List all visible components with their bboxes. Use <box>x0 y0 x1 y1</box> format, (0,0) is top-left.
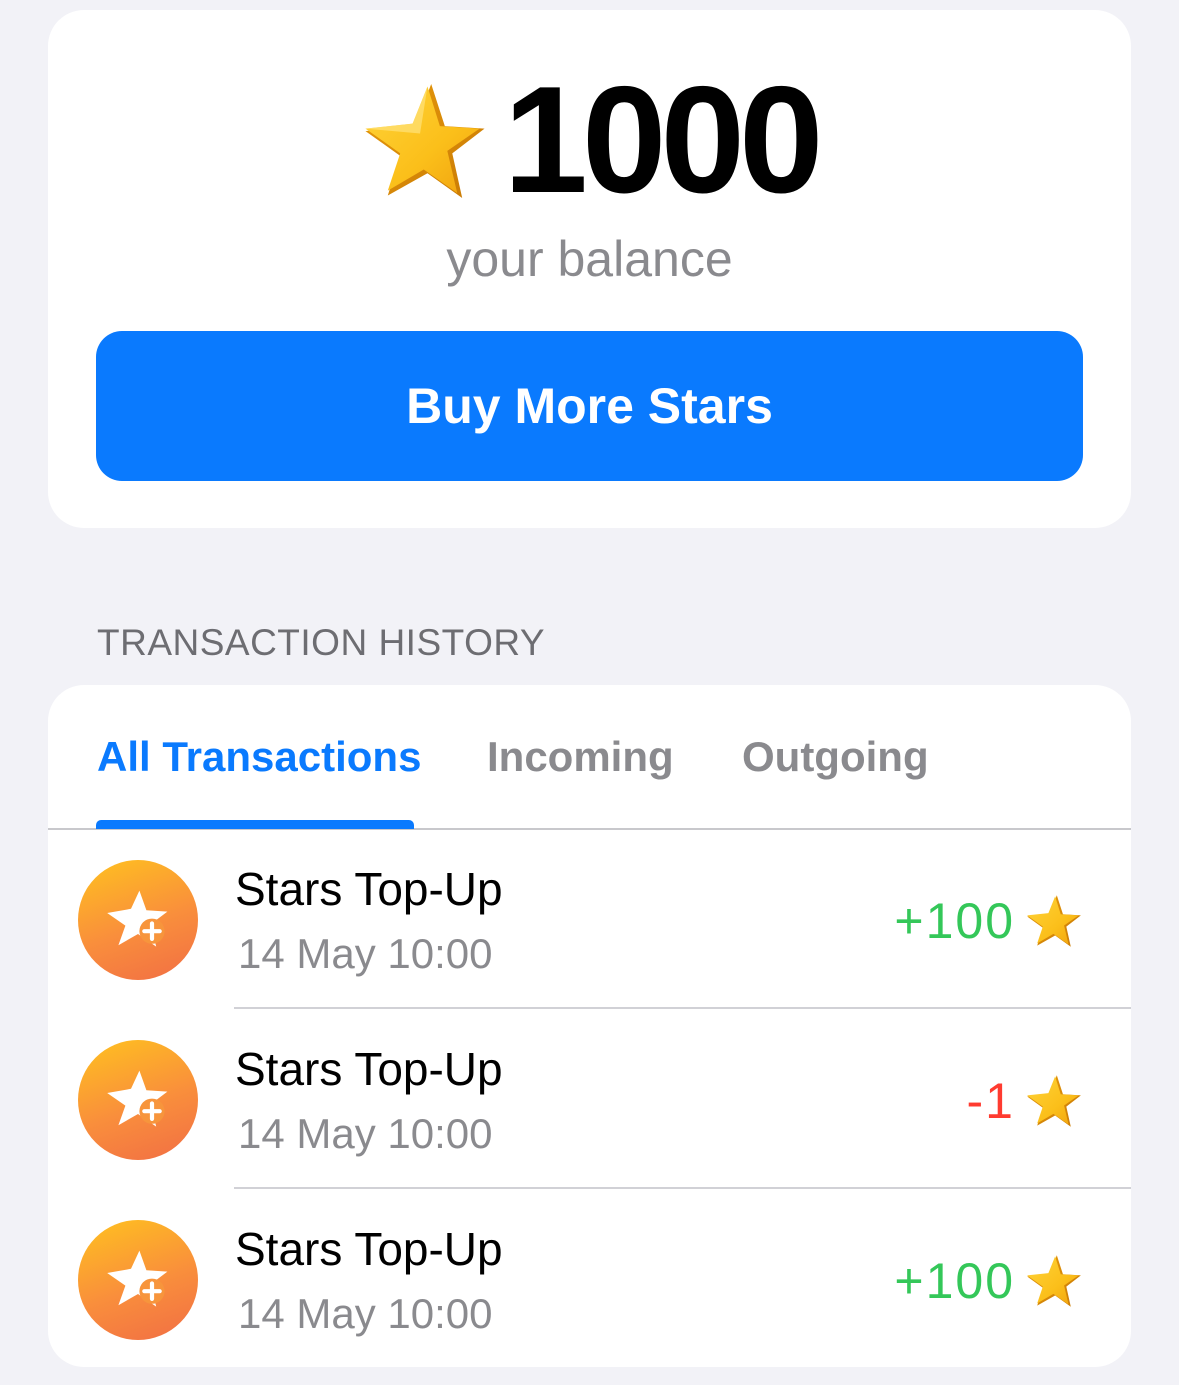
transaction-date: 14 May 10:00 <box>238 930 493 977</box>
row-separator <box>234 1007 1131 1009</box>
transaction-row[interactable]: Stars Top-Up 14 May 10:00 -1 <box>48 1010 1131 1190</box>
star-icon <box>365 83 485 199</box>
transaction-amount: +100 <box>894 893 1015 949</box>
transaction-amount-group: -1 <box>967 1072 1083 1130</box>
transaction-tabs: All Transactions Incoming Outgoing <box>48 685 1131 830</box>
transaction-title: Stars Top-Up <box>235 1043 503 1095</box>
transaction-row[interactable]: Stars Top-Up 14 May 10:00 +100 <box>48 830 1131 1010</box>
transaction-amount-group: +100 <box>894 892 1083 950</box>
active-tab-indicator <box>96 820 414 829</box>
star-plus-icon <box>78 860 198 980</box>
transaction-row[interactable]: Stars Top-Up 14 May 10:00 +100 <box>48 1190 1131 1367</box>
star-icon <box>1027 1255 1081 1307</box>
tab-incoming[interactable]: Incoming <box>487 733 674 781</box>
star-plus-icon <box>78 1220 198 1340</box>
transaction-history-card: All Transactions Incoming Outgoing Stars… <box>48 685 1131 1367</box>
transaction-amount: -1 <box>966 1073 1015 1129</box>
tab-all-transactions[interactable]: All Transactions <box>97 733 421 781</box>
transaction-amount: +100 <box>894 1253 1015 1309</box>
star-icon <box>1027 1075 1081 1127</box>
transaction-amount-group: +100 <box>894 1252 1083 1310</box>
star-plus-icon <box>78 1040 198 1160</box>
row-separator <box>234 1187 1131 1189</box>
buy-more-stars-button[interactable]: Buy More Stars <box>96 331 1083 481</box>
balance-card: 1000 your balance Buy More Stars <box>48 10 1131 528</box>
transaction-title: Stars Top-Up <box>235 863 503 915</box>
transaction-date: 14 May 10:00 <box>238 1290 493 1337</box>
tab-outgoing[interactable]: Outgoing <box>742 733 929 781</box>
section-title: TRANSACTION HISTORY <box>97 622 546 663</box>
balance-row: 1000 <box>48 64 1131 216</box>
star-icon <box>1027 895 1081 947</box>
transaction-title: Stars Top-Up <box>235 1223 503 1275</box>
transaction-date: 14 May 10:00 <box>238 1110 493 1157</box>
balance-amount: 1000 <box>503 55 823 225</box>
balance-caption: your balance <box>446 231 733 287</box>
